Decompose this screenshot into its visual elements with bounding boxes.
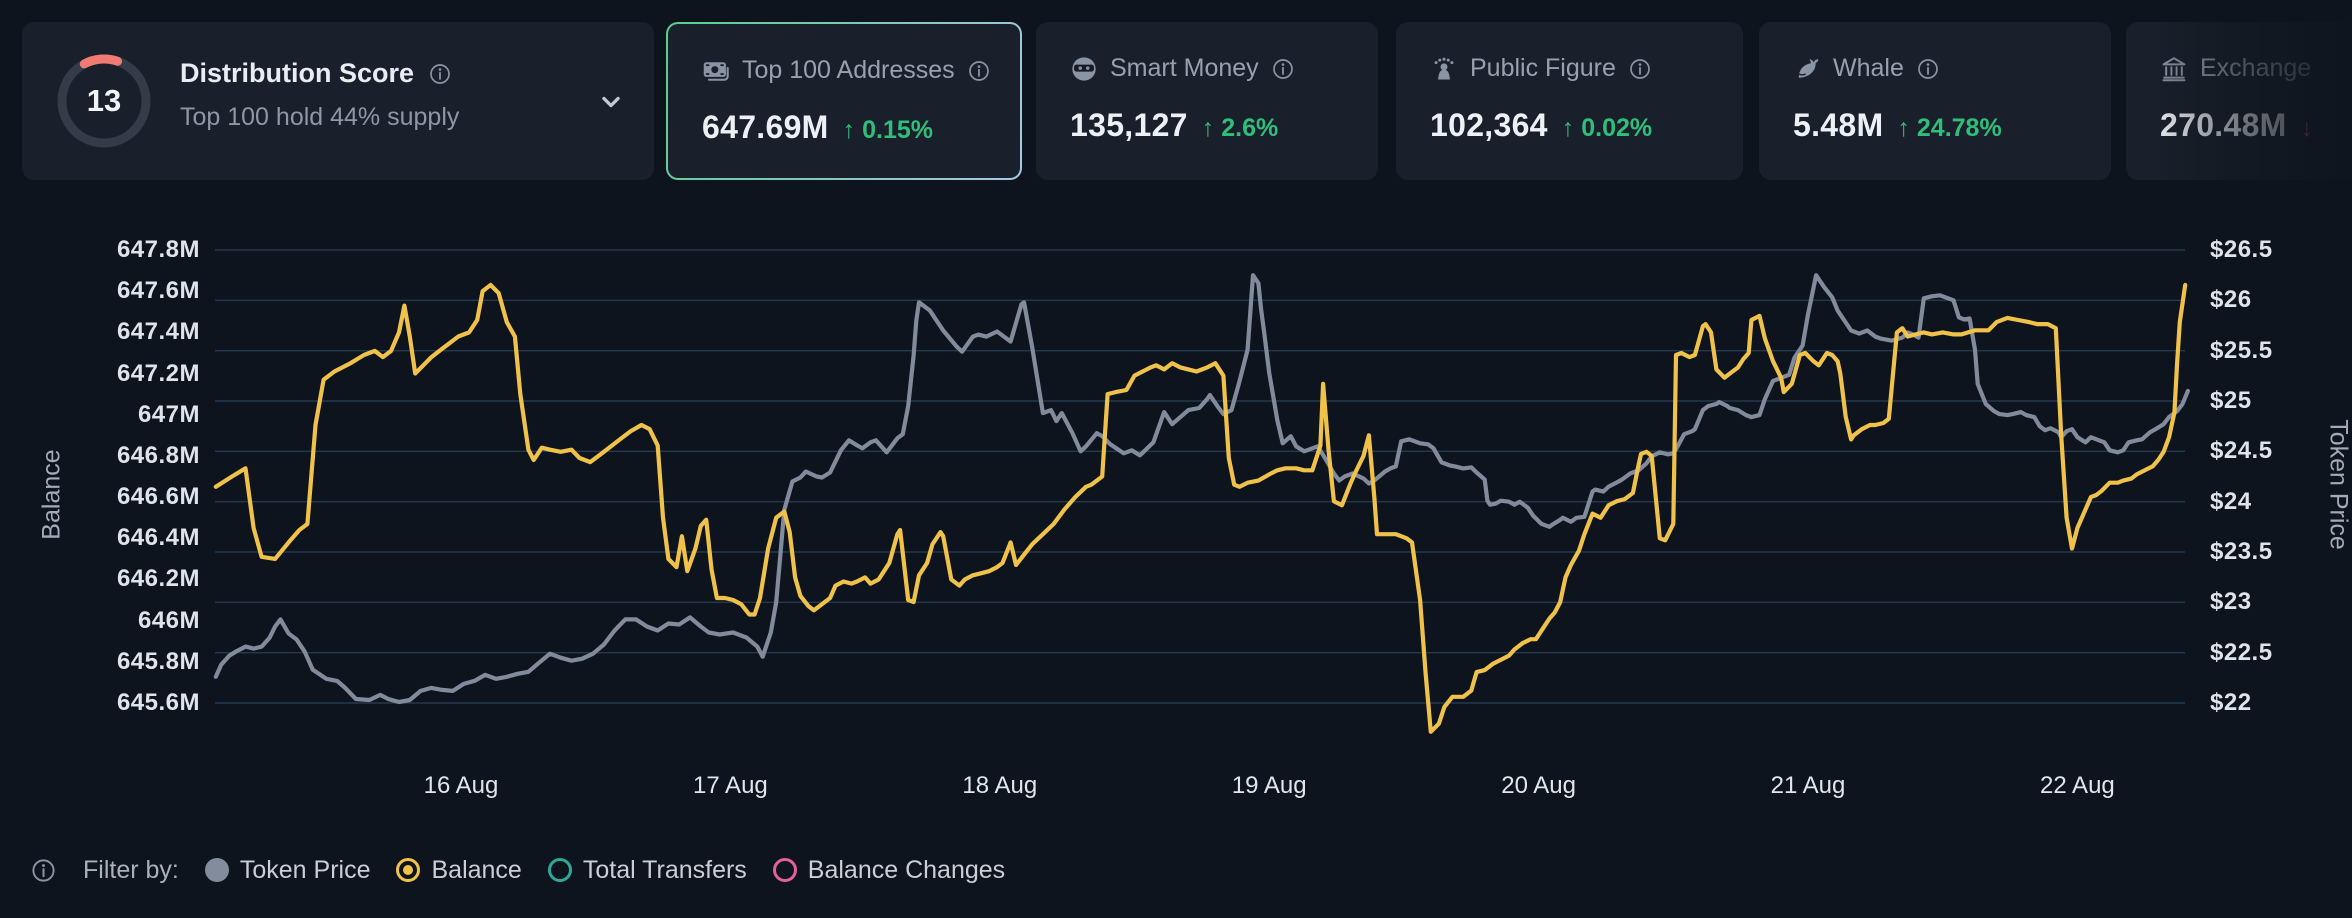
balance-marker-icon <box>396 858 420 882</box>
token-price-marker-icon <box>205 858 229 882</box>
total-transfers-marker-icon <box>548 858 572 882</box>
filter-bar: Filter by: Token Price Balance Total Tra… <box>30 848 1005 892</box>
info-icon[interactable] <box>30 857 57 884</box>
legend-item-token-price[interactable]: Token Price <box>205 856 371 885</box>
y-axis-title-token-price: Token Price <box>2324 415 2352 555</box>
legend-item-balance[interactable]: Balance <box>396 856 521 885</box>
legend-item-balance-changes[interactable]: Balance Changes <box>773 856 1005 885</box>
legend-item-total-transfers[interactable]: Total Transfers <box>548 856 747 885</box>
holders-vs-price-chart[interactable] <box>0 0 2352 918</box>
balance-changes-marker-icon <box>773 858 797 882</box>
filter-by-label: Filter by: <box>83 856 179 885</box>
y-axis-title-balance: Balance <box>38 435 67 555</box>
